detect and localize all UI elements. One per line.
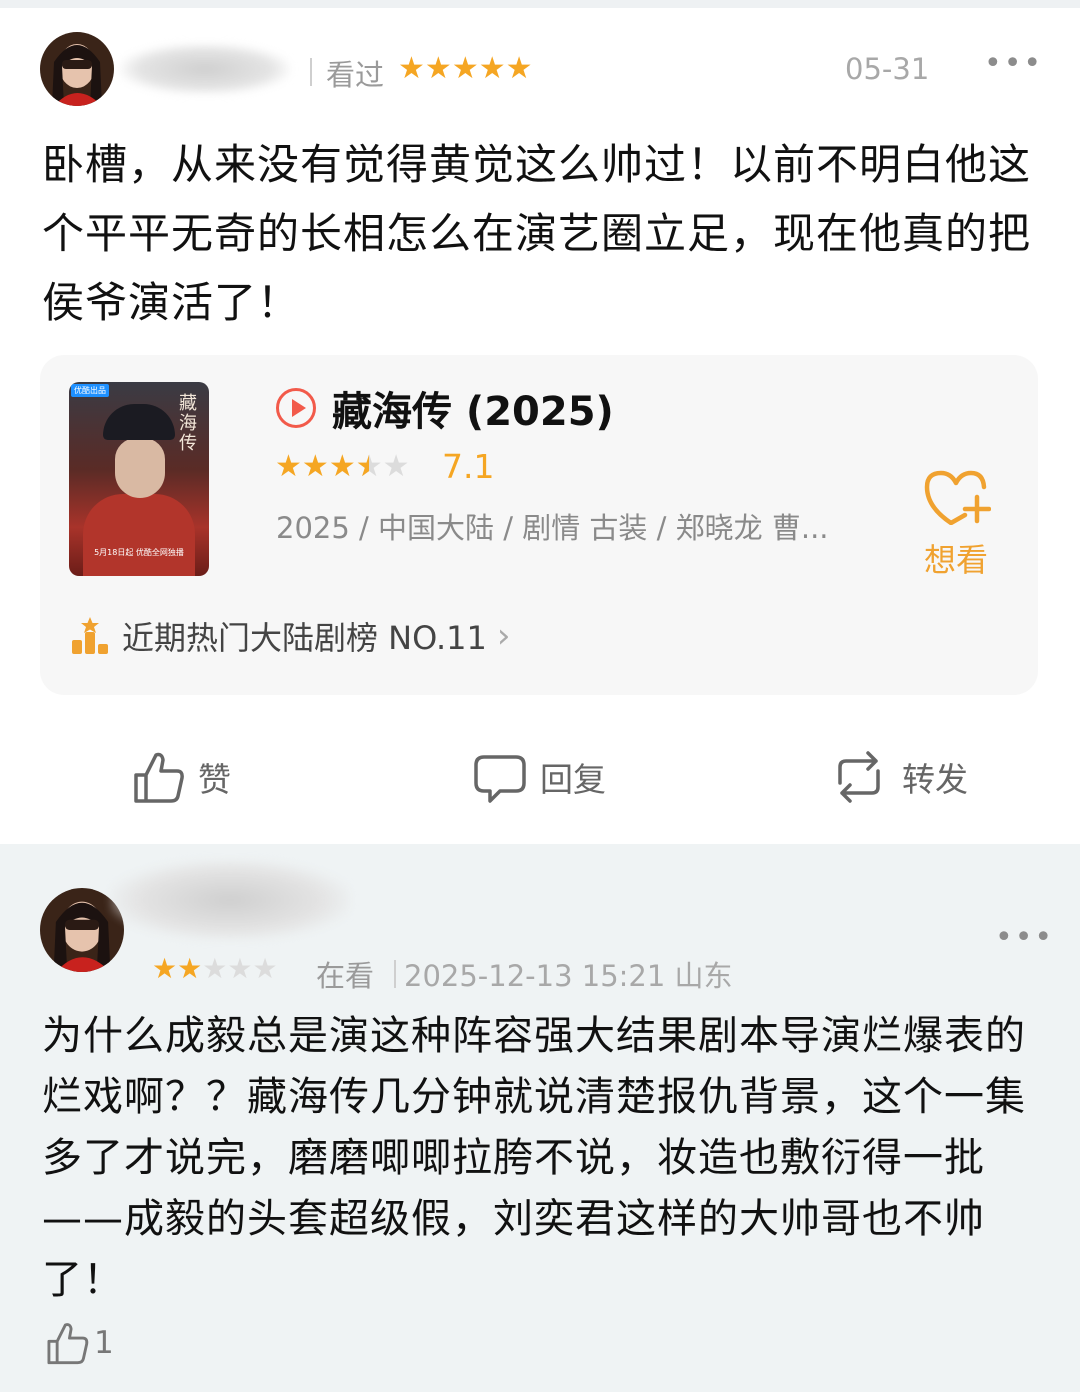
poster-badge: 优酷出品 [71,384,109,397]
want-to-watch-button[interactable]: 想看 [916,465,996,581]
separator [394,960,396,988]
username-blurred[interactable] [110,860,350,940]
half-star-icon: ★★ [355,449,383,484]
reply-label: 回复 [540,760,606,799]
want-to-watch-label: 想看 [923,541,988,579]
watch-status: 看过 [326,58,385,92]
star-icon: ★ [202,952,228,985]
star-rating: ★ ★ ★ ★ ★ [152,952,278,986]
chevron-right-icon: › [496,616,511,656]
poster-figure [83,494,195,576]
comment-icon [474,755,526,803]
like-button[interactable]: 赞 [130,742,231,812]
more-options-icon[interactable]: ••• [995,920,1054,955]
review-text: 卧槽，从来没有觉得黄觉这么帅过！以前不明白他这个平平无奇的长相怎么在演艺圈立足，… [42,140,1032,327]
share-button[interactable]: 转发 [828,742,968,812]
star-icon: ★ [451,51,479,86]
thumbs-up-icon [47,1323,89,1365]
like-label: 赞 [198,760,231,799]
star-icon: ★ [424,51,452,86]
movie-card[interactable]: 优酷出品 藏海传 5月18日起 优酷全网独播 藏海传 (2025) ★ ★ ★ … [40,355,1038,695]
poster-face [115,438,165,498]
review-text: 为什么成毅总是演这种阵容强大结果剧本导演烂爆表的烂戏啊？？藏海传几分钟就说清楚报… [42,1013,1026,1303]
top-divider [0,0,1080,8]
reply-button[interactable]: 回复 [472,742,606,812]
star-icon: ★ [252,952,278,985]
repost-icon [838,751,880,803]
ranking-icon [72,617,108,654]
star-icon: ★ [505,51,533,86]
star-icon: ★ [328,449,356,484]
username-blurred[interactable] [120,44,290,94]
review-date: 2025-12-13 15:21 山东 [404,959,733,993]
movie-poster[interactable]: 优酷出品 藏海传 5月18日起 优酷全网独播 [69,382,209,576]
more-options-icon[interactable]: ••• [984,46,1043,81]
star-rating: ★ ★ ★ ★ ★ [398,52,533,86]
like-button[interactable]: 1 [44,1320,114,1366]
star-icon: ★ [301,449,329,484]
heart-plus-icon [924,470,991,525]
action-bar: 赞 回复 转发 [0,742,1080,812]
thumbs-up-icon [134,752,184,803]
movie-rating: 7.1 [442,447,495,486]
star-icon: ★ [398,51,425,86]
movie-title[interactable]: 藏海传 (2025) [332,379,614,437]
star-icon: ★ [152,952,178,985]
star-icon: ★ [177,952,203,985]
movie-meta: 2025 / 中国大陆 / 剧情 古装 / 郑晓龙 曹... [276,511,829,545]
like-count: 1 [94,1325,114,1361]
review-date: 05-31 [845,52,930,86]
play-icon [276,388,316,428]
ranking-link[interactable]: 近期热门大陆剧榜 NO.11 › [70,613,511,659]
avatar[interactable] [40,32,114,106]
star-icon: ★ [382,449,410,484]
movie-star-rating: ★ ★ ★ ★★ ★ [275,450,410,484]
poster-title: 藏海传 [179,393,197,454]
share-label: 转发 [902,760,968,799]
star-icon: ★ [227,952,253,985]
poster-hat [103,404,175,440]
poster-caption: 5月18日起 优酷全网独播 [94,548,184,557]
watch-status: 在看 [316,959,375,993]
separator [310,58,312,86]
star-icon: ★ [275,449,302,484]
star-icon: ★ [478,51,506,86]
ranking-text: 近期热门大陆剧榜 NO.11 [122,619,487,657]
